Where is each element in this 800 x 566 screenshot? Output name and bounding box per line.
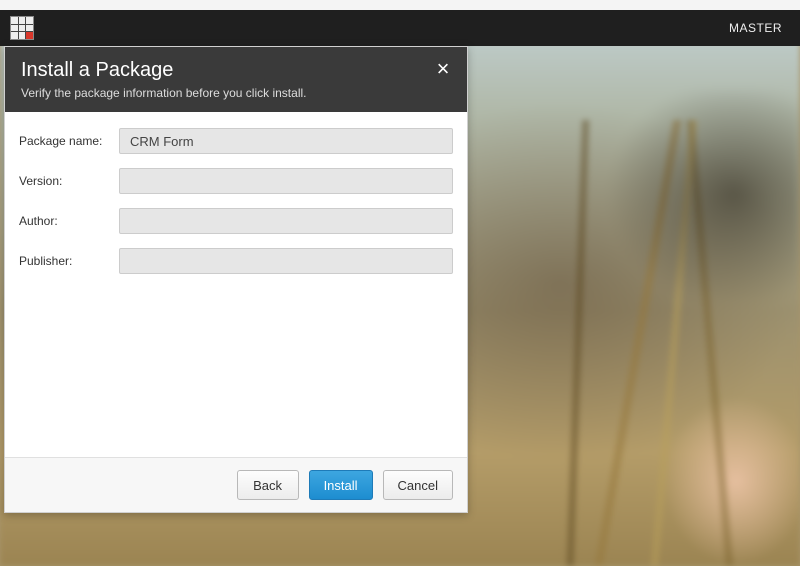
dialog-title: Install a Package (21, 59, 451, 82)
dialog-header: Install a Package Verify the package inf… (5, 47, 467, 112)
form-row-publisher: Publisher: (19, 248, 453, 274)
dialog-body: Package name: Version: Author: Publisher… (5, 112, 467, 457)
navbar-user-label[interactable]: MASTER (729, 21, 782, 35)
dialog-footer: Back Install Cancel (5, 457, 467, 512)
form-row-author: Author: (19, 208, 453, 234)
dialog-subtitle: Verify the package information before yo… (21, 86, 451, 100)
top-gap (0, 0, 800, 10)
navbar: MASTER (0, 10, 800, 46)
publisher-input[interactable] (119, 248, 453, 274)
back-button[interactable]: Back (237, 470, 299, 500)
form-row-package-name: Package name: (19, 128, 453, 154)
author-input[interactable] (119, 208, 453, 234)
form-row-version: Version: (19, 168, 453, 194)
package-name-label: Package name: (19, 134, 119, 148)
install-package-dialog: Install a Package Verify the package inf… (4, 46, 468, 513)
install-button[interactable]: Install (309, 470, 373, 500)
app-logo-icon[interactable] (10, 16, 34, 40)
publisher-label: Publisher: (19, 254, 119, 268)
cancel-button[interactable]: Cancel (383, 470, 453, 500)
version-input[interactable] (119, 168, 453, 194)
author-label: Author: (19, 214, 119, 228)
package-name-input[interactable] (119, 128, 453, 154)
version-label: Version: (19, 174, 119, 188)
close-icon[interactable]: × (431, 57, 455, 81)
